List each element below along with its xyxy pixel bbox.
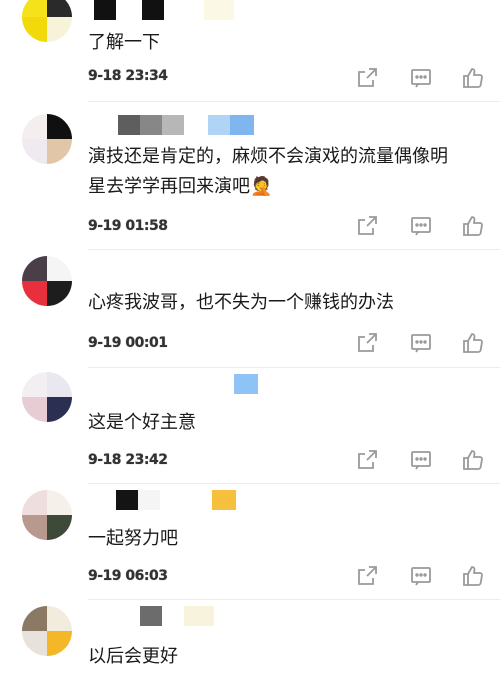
username-pixelated[interactable] [94,115,254,135]
comment-text: 一起努力吧 [88,528,178,549]
reply-icon[interactable] [409,66,433,90]
like-icon[interactable] [461,66,485,90]
comment-item: 一起努力吧 9-19 06:03 [0,484,500,602]
share-icon[interactable] [355,214,379,238]
like-icon[interactable] [461,564,485,588]
comment-time: 9-19 00:01 [88,335,168,351]
comment-item: 了解一下 9-18 23:34 [0,0,500,100]
username-pixelated[interactable] [94,374,258,394]
comment-item: 心疼我波哥，也不失为一个赚钱的办法 9-19 00:01 [0,250,500,368]
reply-icon[interactable] [409,331,433,355]
like-icon[interactable] [461,331,485,355]
comment-item: 以后会更好 [0,600,500,676]
comment-text: 演技还是肯定的，麻烦不会演戏的流量偶像明星去学学再回来演吧🤦 [88,146,448,197]
comment-time: 9-18 23:42 [88,452,168,468]
share-icon[interactable] [355,448,379,472]
share-icon[interactable] [355,66,379,90]
share-icon[interactable] [355,331,379,355]
avatar[interactable] [22,256,72,306]
reply-icon[interactable] [409,564,433,588]
like-icon[interactable] [461,448,485,472]
username-pixelated[interactable] [94,490,236,510]
reply-icon[interactable] [409,214,433,238]
comment-item: 演技还是肯定的，麻烦不会演戏的流量偶像明星去学学再回来演吧🤦 9-19 01:5… [0,102,500,248]
comment-text: 心疼我波哥，也不失为一个赚钱的办法 [88,292,394,313]
avatar[interactable] [22,114,72,164]
comment-time: 9-18 23:34 [88,68,168,84]
share-icon[interactable] [355,564,379,588]
avatar[interactable] [22,606,72,656]
comment-time: 9-19 06:03 [88,568,168,584]
comment-text: 了解一下 [88,32,160,53]
avatar[interactable] [22,372,72,422]
comment-text: 这是个好主意 [88,412,196,433]
avatar[interactable] [22,0,72,42]
username-pixelated[interactable] [94,606,214,626]
avatar[interactable] [22,490,72,540]
comment-time: 9-19 01:58 [88,218,168,234]
username-pixelated[interactable] [94,0,234,20]
reply-icon[interactable] [409,448,433,472]
comment-text: 以后会更好 [88,646,178,667]
comment-item: 这是个好主意 9-18 23:42 [0,368,500,484]
like-icon[interactable] [461,214,485,238]
